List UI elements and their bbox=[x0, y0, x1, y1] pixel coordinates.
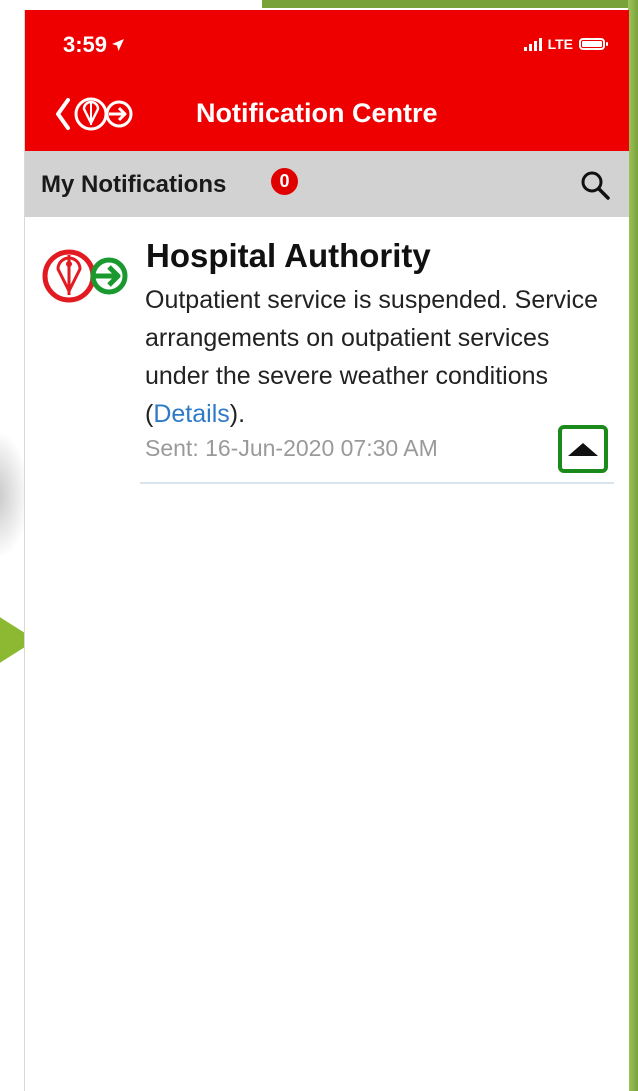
notification-sender: Hospital Authority bbox=[146, 237, 431, 274]
collapse-button[interactable] bbox=[558, 425, 608, 473]
collapse-up-icon bbox=[568, 442, 598, 456]
notification-message: Outpatient service is suspended. Service… bbox=[145, 281, 615, 433]
notification-sent-time: Sent: 16-Jun-2020 07:30 AM bbox=[145, 435, 438, 461]
message-text-end: ). bbox=[229, 400, 246, 428]
status-bar-indicators: LTE bbox=[523, 36, 608, 52]
signal-strength-icon bbox=[523, 37, 542, 51]
notifications-section-bar: My Notifications 0 bbox=[25, 151, 629, 217]
hospital-authority-logo-icon bbox=[42, 249, 128, 303]
battery-icon bbox=[579, 38, 608, 50]
details-link[interactable]: Details bbox=[153, 400, 229, 428]
status-time-label: 3:59 bbox=[63, 32, 108, 57]
back-button[interactable] bbox=[53, 92, 145, 136]
app-header: 3:59 LTE Notification Centre bbox=[25, 10, 629, 151]
location-arrow-icon bbox=[112, 39, 125, 51]
section-title: My Notifications bbox=[41, 171, 227, 198]
screenshot-stage: 3:59 LTE Notification Centre My Notifica… bbox=[0, 0, 638, 1091]
item-divider bbox=[140, 482, 614, 484]
status-bar-time: 3:59 bbox=[63, 32, 125, 58]
search-icon[interactable] bbox=[579, 169, 611, 201]
header-title: Notification Centre bbox=[196, 98, 438, 128]
notification-item[interactable]: Hospital Authority Outpatient service is… bbox=[25, 217, 629, 487]
slide-decoration-line bbox=[262, 0, 638, 8]
phone-screen: 3:59 LTE Notification Centre My Notifica… bbox=[24, 10, 629, 1091]
unread-count-badge: 0 bbox=[271, 168, 298, 195]
slide-decoration-strip bbox=[628, 0, 638, 1091]
back-logo-icon bbox=[56, 97, 133, 131]
network-type-label: LTE bbox=[547, 36, 573, 52]
